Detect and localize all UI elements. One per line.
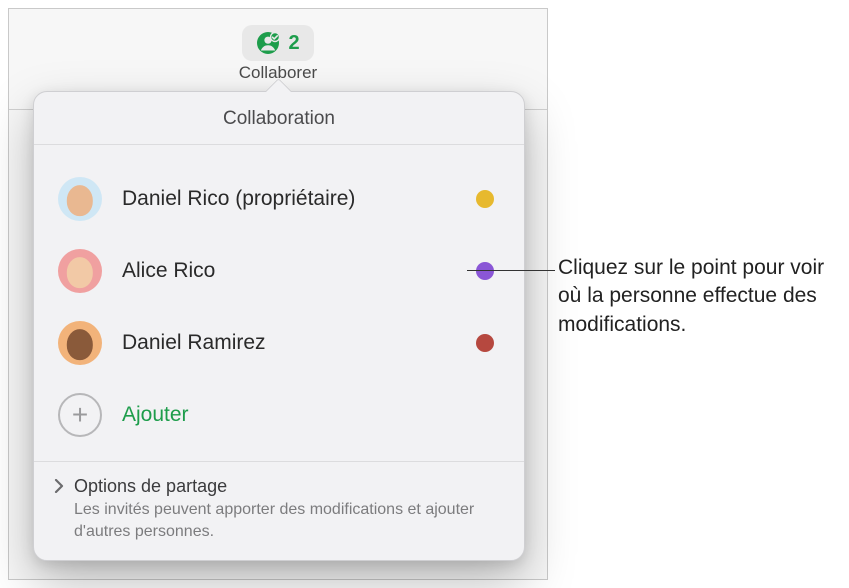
- avatar: [58, 249, 102, 293]
- callout-leader-line: [467, 270, 555, 271]
- participant-row[interactable]: Alice Rico: [58, 235, 500, 307]
- share-options-title: Options de partage: [74, 476, 227, 497]
- toolbar: 2 Collaborer: [9, 9, 547, 89]
- participant-name: Daniel Ramirez: [122, 331, 476, 355]
- person-badge-icon: [256, 31, 280, 55]
- add-label: Ajouter: [122, 403, 189, 427]
- chevron-right-icon: [54, 476, 68, 496]
- plus-icon: +: [58, 393, 102, 437]
- presence-dot[interactable]: [476, 334, 494, 352]
- popover-title: Collaboration: [34, 92, 524, 145]
- avatar: [58, 177, 102, 221]
- share-options-subtitle: Les invités peuvent apporter des modific…: [54, 499, 504, 542]
- app-window: 2 Collaborer Collaboration Daniel Rico (…: [8, 8, 548, 580]
- participant-name: Daniel Rico (propriétaire): [122, 187, 476, 211]
- collaborate-button[interactable]: 2: [242, 25, 313, 61]
- participant-name: Alice Rico: [122, 259, 476, 283]
- collaborator-count: 2: [288, 32, 299, 55]
- participant-list: Daniel Rico (propriétaire) Alice Rico Da…: [34, 145, 524, 461]
- collaboration-popover: Collaboration Daniel Rico (propriétaire)…: [33, 91, 525, 561]
- add-participant-button[interactable]: + Ajouter: [58, 379, 500, 451]
- callout-text: Cliquez sur le point pour voir où la per…: [558, 254, 828, 339]
- participant-row[interactable]: Daniel Rico (propriétaire): [58, 163, 500, 235]
- share-options[interactable]: Options de partage Les invités peuvent a…: [34, 461, 524, 560]
- avatar: [58, 321, 102, 365]
- presence-dot[interactable]: [476, 262, 494, 280]
- participant-row[interactable]: Daniel Ramirez: [58, 307, 500, 379]
- presence-dot[interactable]: [476, 190, 494, 208]
